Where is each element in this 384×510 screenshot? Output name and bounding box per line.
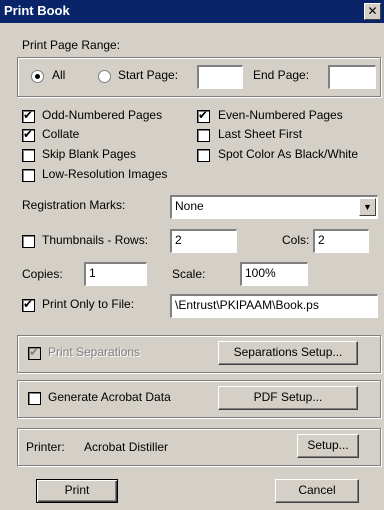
window-title: Print Book <box>4 3 70 18</box>
even-pages-label[interactable]: Even-Numbered Pages <box>218 108 343 122</box>
print-to-file-checkbox[interactable] <box>22 297 35 312</box>
print-separations-label: Print Separations <box>48 345 141 359</box>
printer-name: Acrobat Distiller <box>84 440 169 454</box>
separations-setup-button[interactable]: Separations Setup... <box>218 341 358 365</box>
thumbnails-label[interactable]: Thumbnails - Rows: <box>42 233 148 247</box>
skip-blank-checkbox[interactable] <box>22 149 35 162</box>
registration-marks-label: Registration Marks: <box>22 198 126 212</box>
page-range-label: Print Page Range: <box>22 38 121 52</box>
printer-label: Printer: <box>26 440 65 454</box>
all-pages-radio[interactable] <box>31 70 44 83</box>
cols-label: Cols: <box>282 233 310 247</box>
cancel-button[interactable]: Cancel <box>275 479 359 503</box>
even-pages-checkbox[interactable] <box>197 108 210 123</box>
low-res-label[interactable]: Low-Resolution Images <box>42 167 167 181</box>
start-page-radio[interactable] <box>98 70 111 83</box>
thumbnail-cols-input[interactable]: 2 <box>313 229 369 253</box>
print-to-file-label[interactable]: Print Only to File: <box>42 297 134 311</box>
start-page-label[interactable]: Start Page: <box>118 68 178 82</box>
copies-label: Copies: <box>22 267 63 281</box>
file-path-input[interactable]: \Entrust\PKIPAAM\Book.ps <box>170 294 378 318</box>
thumbnail-rows-input[interactable]: 2 <box>170 229 237 253</box>
odd-pages-checkbox[interactable] <box>22 108 35 123</box>
last-sheet-checkbox[interactable] <box>197 129 210 142</box>
title-bar: Print Book ✕ <box>0 0 384 23</box>
collate-checkbox[interactable] <box>22 127 35 142</box>
generate-acrobat-checkbox[interactable] <box>28 392 41 405</box>
generate-acrobat-label[interactable]: Generate Acrobat Data <box>48 390 171 404</box>
spot-color-label[interactable]: Spot Color As Black/White <box>218 147 358 161</box>
close-button[interactable]: ✕ <box>364 3 381 20</box>
close-icon: ✕ <box>367 4 378 18</box>
scale-label: Scale: <box>172 267 206 281</box>
scale-input[interactable]: 100% <box>240 262 308 286</box>
low-res-checkbox[interactable] <box>22 169 35 182</box>
odd-pages-label[interactable]: Odd-Numbered Pages <box>42 108 162 122</box>
skip-blank-label[interactable]: Skip Blank Pages <box>42 147 136 161</box>
printer-setup-button[interactable]: Setup... <box>297 434 359 458</box>
start-page-input[interactable] <box>197 65 243 89</box>
registration-marks-value: None <box>175 199 204 213</box>
chevron-down-icon[interactable]: ▼ <box>359 198 376 216</box>
print-separations-checkbox <box>28 345 41 360</box>
registration-marks-select[interactable]: None <box>170 195 378 219</box>
spot-color-checkbox[interactable] <box>197 149 210 162</box>
last-sheet-label[interactable]: Last Sheet First <box>218 127 302 141</box>
print-button[interactable]: Print <box>36 479 118 503</box>
all-pages-label[interactable]: All <box>52 68 65 82</box>
end-page-input[interactable] <box>328 65 376 89</box>
copies-input[interactable]: 1 <box>84 262 147 286</box>
pdf-setup-button[interactable]: PDF Setup... <box>218 386 358 410</box>
end-page-label: End Page: <box>253 68 310 82</box>
thumbnails-checkbox[interactable] <box>22 235 35 248</box>
collate-label[interactable]: Collate <box>42 127 79 141</box>
